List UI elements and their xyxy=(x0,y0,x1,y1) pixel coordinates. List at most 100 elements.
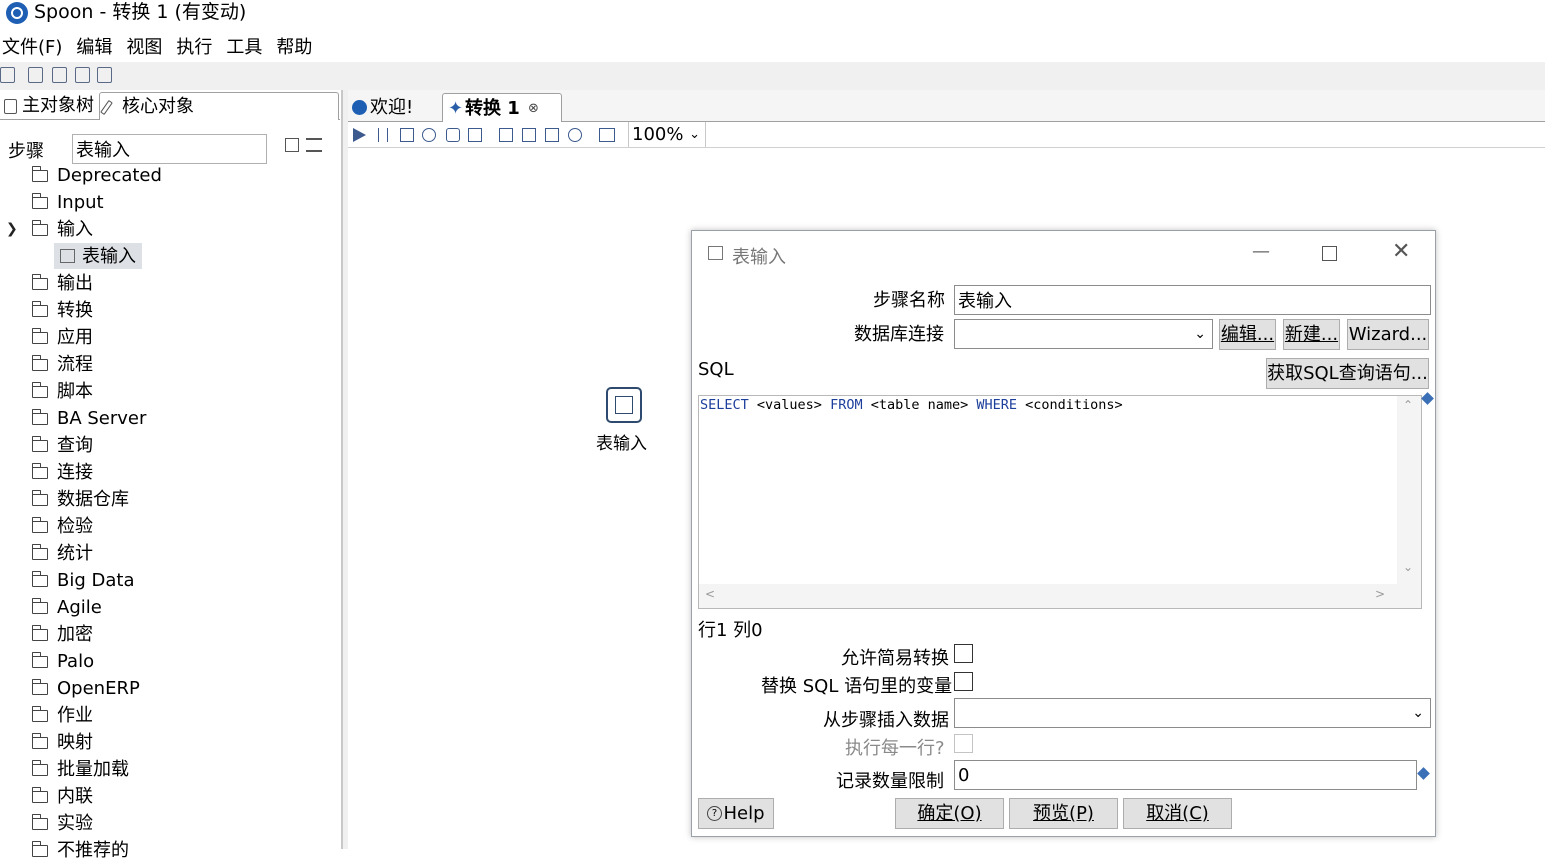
sql-editor[interactable]: SELECT <values> FROM <table name> WHERE … xyxy=(698,395,1422,609)
execute-each-row-checkbox[interactable] xyxy=(954,734,973,753)
menu-help[interactable]: 帮助 xyxy=(276,36,312,60)
explore-repository-icon[interactable] xyxy=(52,67,67,83)
new-connection-button[interactable]: 新建... xyxy=(1283,319,1340,350)
window-title: Spoon - 转换 1 (有变动) xyxy=(34,1,247,23)
get-sql-button[interactable]: 获取SQL查询语句... xyxy=(1266,358,1429,389)
tree-folder-flow[interactable]: 流程 xyxy=(30,351,93,378)
tree-folder-inline[interactable]: 内联 xyxy=(30,783,93,810)
folder-icon xyxy=(31,679,48,695)
edit-connection-button[interactable]: 编辑... xyxy=(1219,319,1276,350)
tree-folder-deprecated[interactable]: Deprecated xyxy=(30,162,162,189)
tree-folder-data-warehouse[interactable]: 数据仓库 xyxy=(30,486,129,513)
close-icon[interactable]: ✕ xyxy=(1392,239,1410,264)
sql-icon[interactable] xyxy=(545,128,559,142)
tree-folder-validation[interactable]: 检验 xyxy=(30,513,93,540)
db-connection-label: 数据库连接 xyxy=(854,324,944,345)
run-icon[interactable] xyxy=(353,128,366,142)
save-as-icon[interactable] xyxy=(97,67,112,83)
spoon-app-icon xyxy=(6,2,28,24)
zoom-select[interactable]: 100% ⌄ xyxy=(628,122,706,147)
debug-icon[interactable] xyxy=(446,128,460,142)
collapse-all-icon[interactable] xyxy=(285,138,299,152)
tree-folder-palo[interactable]: Palo xyxy=(30,648,94,675)
insert-data-from-step-select[interactable]: ⌄ xyxy=(954,698,1431,728)
table-input-step-icon[interactable] xyxy=(606,387,642,423)
save-icon[interactable] xyxy=(75,67,90,83)
cancel-button[interactable]: 取消(C) xyxy=(1123,798,1232,829)
row-limit-input[interactable] xyxy=(954,760,1417,790)
maximize-icon[interactable] xyxy=(1322,246,1337,261)
chevron-down-icon[interactable]: ❯ xyxy=(6,216,18,243)
scroll-right-icon[interactable]: > xyxy=(1375,587,1385,601)
tree-folder-statistics[interactable]: 统计 xyxy=(30,540,93,567)
tab-core-objects[interactable]: 核心对象 xyxy=(99,92,339,120)
tree-folder-big-data[interactable]: Big Data xyxy=(30,567,134,594)
scroll-left-icon[interactable]: < xyxy=(705,587,715,601)
tree-folder-input[interactable]: Input xyxy=(30,189,104,216)
tree-folder-experimental[interactable]: 实验 xyxy=(30,810,93,837)
tree-folder-lookup[interactable]: 查询 xyxy=(30,432,93,459)
scroll-up-icon[interactable]: ⌃ xyxy=(1403,398,1413,412)
tab-main-object-tree[interactable]: 主对象树 xyxy=(0,92,98,120)
tree-folder-agile[interactable]: Agile xyxy=(30,594,102,621)
ok-button[interactable]: 确定(O) xyxy=(895,798,1004,829)
preview-button[interactable]: 预览(P) xyxy=(1009,798,1118,829)
tree-folder-transform[interactable]: 转换 xyxy=(30,297,93,324)
replay-icon[interactable] xyxy=(468,128,482,142)
folder-icon xyxy=(31,193,48,209)
tree-folder-openerp[interactable]: OpenERP xyxy=(30,675,140,702)
dialog-title-bar: 表输入 — ✕ xyxy=(692,231,1435,275)
tree-folder-bulk-loading[interactable]: 批量加载 xyxy=(30,756,129,783)
lazy-conversion-label: 允许简易转换 xyxy=(841,648,949,669)
tab-welcome[interactable]: 欢迎! xyxy=(348,93,440,122)
open-file-icon[interactable] xyxy=(28,67,43,83)
sql-text: SELECT <values> FROM <table name> WHERE … xyxy=(700,397,1123,413)
tree-folder-mapping[interactable]: 映射 xyxy=(30,729,93,756)
tree-folder-joins[interactable]: 连接 xyxy=(30,459,93,486)
tree-folder-input-cn[interactable]: 输入 xyxy=(30,216,93,243)
horizontal-scrollbar[interactable]: < > xyxy=(699,584,1421,608)
menu-edit[interactable]: 编辑 xyxy=(76,36,112,60)
menu-file[interactable]: 文件(F) xyxy=(2,36,62,60)
menu-tools[interactable]: 工具 xyxy=(226,36,262,60)
document-icon xyxy=(4,99,17,114)
steps-search-input[interactable] xyxy=(72,134,267,164)
tree-folder-job[interactable]: 作业 xyxy=(30,702,93,729)
menu-view[interactable]: 视图 xyxy=(126,36,162,60)
panel-splitter[interactable] xyxy=(342,90,348,849)
expand-all-icon[interactable] xyxy=(306,138,322,152)
explore-db-icon[interactable] xyxy=(568,128,582,142)
minimize-icon[interactable]: — xyxy=(1252,241,1272,262)
help-button[interactable]: ? Help xyxy=(698,798,774,829)
replace-variables-label: 替换 SQL 语句里的变量 xyxy=(761,676,953,697)
tree-folder-utility[interactable]: 应用 xyxy=(30,324,93,351)
db-connection-select[interactable]: ⌄ xyxy=(954,319,1213,349)
verify-icon[interactable] xyxy=(499,128,513,142)
impact-icon[interactable] xyxy=(522,128,536,142)
scroll-down-icon[interactable]: ⌄ xyxy=(1403,560,1413,574)
folder-icon xyxy=(31,274,48,290)
tree-step-table-input[interactable]: 表输入 xyxy=(54,243,142,269)
tree-folder-scripting[interactable]: 脚本 xyxy=(30,378,93,405)
menu-run[interactable]: 执行 xyxy=(176,36,212,60)
new-file-icon[interactable] xyxy=(0,67,15,83)
wizard-button[interactable]: Wizard... xyxy=(1347,319,1429,350)
step-name-input[interactable] xyxy=(954,285,1431,315)
preview-eye-icon[interactable] xyxy=(422,128,436,142)
lazy-conversion-checkbox[interactable] xyxy=(954,644,973,663)
vertical-scrollbar[interactable]: ⌃ ⌄ xyxy=(1397,396,1421,584)
close-tab-icon[interactable]: ⊗ xyxy=(528,94,539,123)
transformation-icon: ✦ xyxy=(448,98,464,119)
show-results-icon[interactable] xyxy=(599,128,615,142)
tree-folder-not-recommended[interactable]: 不推荐的 xyxy=(30,837,129,864)
folder-icon xyxy=(31,544,48,560)
tree-folder-ba-server[interactable]: BA Server xyxy=(30,405,146,432)
tree-folder-cryptography[interactable]: 加密 xyxy=(30,621,93,648)
folder-icon xyxy=(31,787,48,803)
folder-icon xyxy=(31,490,48,506)
tab-transformation-1[interactable]: ✦ 转换 1 ⊗ xyxy=(442,93,562,122)
stop-icon[interactable] xyxy=(400,128,414,142)
tree-folder-output[interactable]: 输出 xyxy=(30,270,93,297)
pause-icon[interactable] xyxy=(378,128,388,142)
replace-variables-checkbox[interactable] xyxy=(954,672,973,691)
